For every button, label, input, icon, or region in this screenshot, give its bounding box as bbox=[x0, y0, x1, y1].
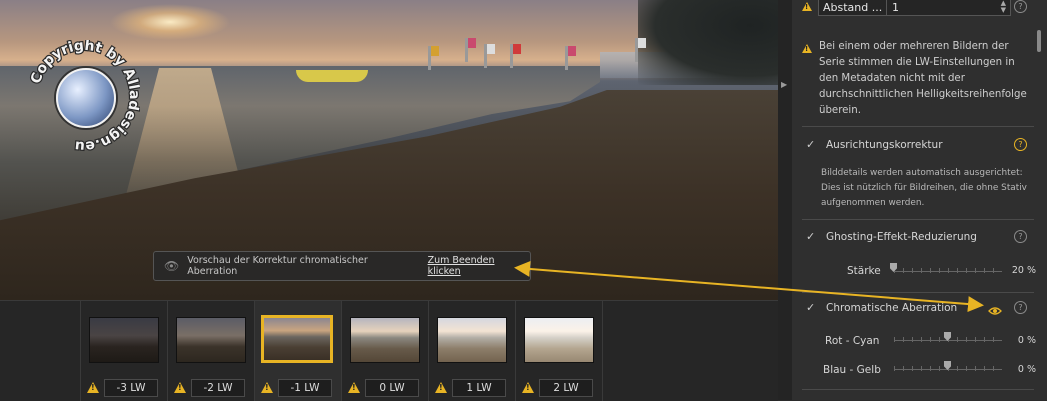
flag bbox=[428, 46, 439, 70]
ghosting-checkbox[interactable]: ✓ bbox=[806, 231, 817, 242]
help-icon[interactable]: ? bbox=[1014, 138, 1027, 151]
eye-icon[interactable] bbox=[988, 301, 1002, 315]
staerke-label: Stärke bbox=[847, 265, 881, 277]
help-icon[interactable]: ? bbox=[1014, 0, 1027, 13]
divider bbox=[802, 292, 1034, 293]
warning-icon bbox=[87, 382, 99, 393]
lw-value[interactable]: 1 LW bbox=[452, 379, 506, 397]
flag bbox=[484, 44, 495, 68]
lw-value[interactable]: 0 LW bbox=[365, 379, 419, 397]
blau-gelb-label: Blau - Gelb bbox=[823, 364, 881, 376]
flag bbox=[465, 38, 476, 62]
warning-icon bbox=[348, 382, 360, 393]
lw-value[interactable]: -3 LW bbox=[104, 379, 158, 397]
thumbnail-1[interactable]: 1 LW bbox=[428, 301, 515, 401]
spinner-arrows-icon[interactable]: ▲ ▼ bbox=[1001, 0, 1006, 14]
chromatic-label: Chromatische Aberration bbox=[826, 302, 958, 314]
abstand-dropdown[interactable]: Abstand ... bbox=[818, 0, 890, 16]
thumbnail-image[interactable] bbox=[437, 317, 507, 363]
ausrichtung-description: Bilddetails werden automatisch ausgerich… bbox=[821, 168, 1027, 208]
warning-icon bbox=[174, 382, 186, 393]
scrollbar-thumb[interactable] bbox=[1037, 30, 1041, 52]
staerke-value: 20 % bbox=[1011, 265, 1036, 276]
boat bbox=[296, 70, 368, 82]
thumbnail-image[interactable] bbox=[524, 317, 594, 363]
staerke-slider[interactable] bbox=[894, 271, 1002, 272]
thumbnail-minus-3[interactable]: -3 LW bbox=[80, 301, 167, 401]
thumbnail-2[interactable]: 2 LW bbox=[515, 301, 603, 401]
abstand-spinner[interactable]: 1 ▲ ▼ bbox=[886, 0, 1011, 16]
warning-icon bbox=[261, 382, 273, 393]
settings-panel: Abstand ... 1 ▲▼ ? Bei einem oder mehrer… bbox=[792, 0, 1047, 400]
flag bbox=[565, 46, 576, 70]
eye-icon: 👁 bbox=[164, 259, 180, 273]
panel-collapse-strip[interactable]: ▶ bbox=[778, 0, 793, 400]
warning-icon bbox=[802, 44, 812, 53]
divider bbox=[802, 389, 1034, 390]
chromatic-checkbox[interactable]: ✓ bbox=[806, 302, 817, 313]
end-preview-link[interactable]: Zum Beenden klicken bbox=[428, 255, 530, 277]
help-icon[interactable]: ? bbox=[1014, 301, 1027, 314]
lw-value[interactable]: 2 LW bbox=[539, 379, 593, 397]
lw-value[interactable]: -2 LW bbox=[191, 379, 245, 397]
warning-icon bbox=[522, 382, 534, 393]
globe-logo bbox=[56, 68, 116, 128]
filmstrip: -3 LW -2 LW -1 LW 0 LW 1 LW 2 LW bbox=[0, 300, 778, 401]
thumbnail-minus-1[interactable]: -1 LW bbox=[254, 301, 341, 401]
divider bbox=[802, 126, 1034, 127]
thumbnail-image[interactable] bbox=[89, 317, 159, 363]
preview-notice-text: Vorschau der Korrektur chromatischer Abe… bbox=[187, 255, 368, 277]
abstand-value: 1 bbox=[892, 1, 899, 14]
thumbnail-image[interactable] bbox=[176, 317, 246, 363]
flag bbox=[635, 38, 646, 62]
lw-mismatch-warning: Bei einem oder mehreren Bildern der Seri… bbox=[819, 41, 1027, 116]
abstand-label: Abstand ... bbox=[823, 1, 883, 14]
ausrichtung-checkbox[interactable]: ✓ bbox=[806, 139, 817, 150]
thumbnail-image[interactable] bbox=[350, 317, 420, 363]
warning-icon bbox=[435, 382, 447, 393]
blau-gelb-value: 0 % bbox=[1017, 364, 1036, 375]
copyright-watermark: Copyright by Alladesign.eu bbox=[28, 40, 140, 152]
ausrichtung-label: Ausrichtungskorrektur bbox=[826, 139, 943, 151]
flag bbox=[510, 44, 521, 68]
chromatic-preview-notice: 👁 Vorschau der Korrektur chromatischer A… bbox=[153, 251, 531, 281]
help-icon[interactable]: ? bbox=[1014, 230, 1027, 243]
lw-value[interactable]: -1 LW bbox=[278, 379, 332, 397]
trees bbox=[638, 0, 778, 85]
thumbnail-minus-2[interactable]: -2 LW bbox=[167, 301, 254, 401]
ghosting-label: Ghosting-Effekt-Reduzierung bbox=[826, 231, 977, 243]
collapse-arrow-icon[interactable]: ▶ bbox=[781, 80, 787, 89]
rot-cyan-value: 0 % bbox=[1017, 335, 1036, 346]
thumbnail-image[interactable] bbox=[261, 315, 333, 363]
warning-icon bbox=[802, 2, 812, 11]
thumbnail-0[interactable]: 0 LW bbox=[341, 301, 428, 401]
rot-cyan-label: Rot - Cyan bbox=[825, 335, 880, 347]
divider bbox=[802, 219, 1034, 220]
